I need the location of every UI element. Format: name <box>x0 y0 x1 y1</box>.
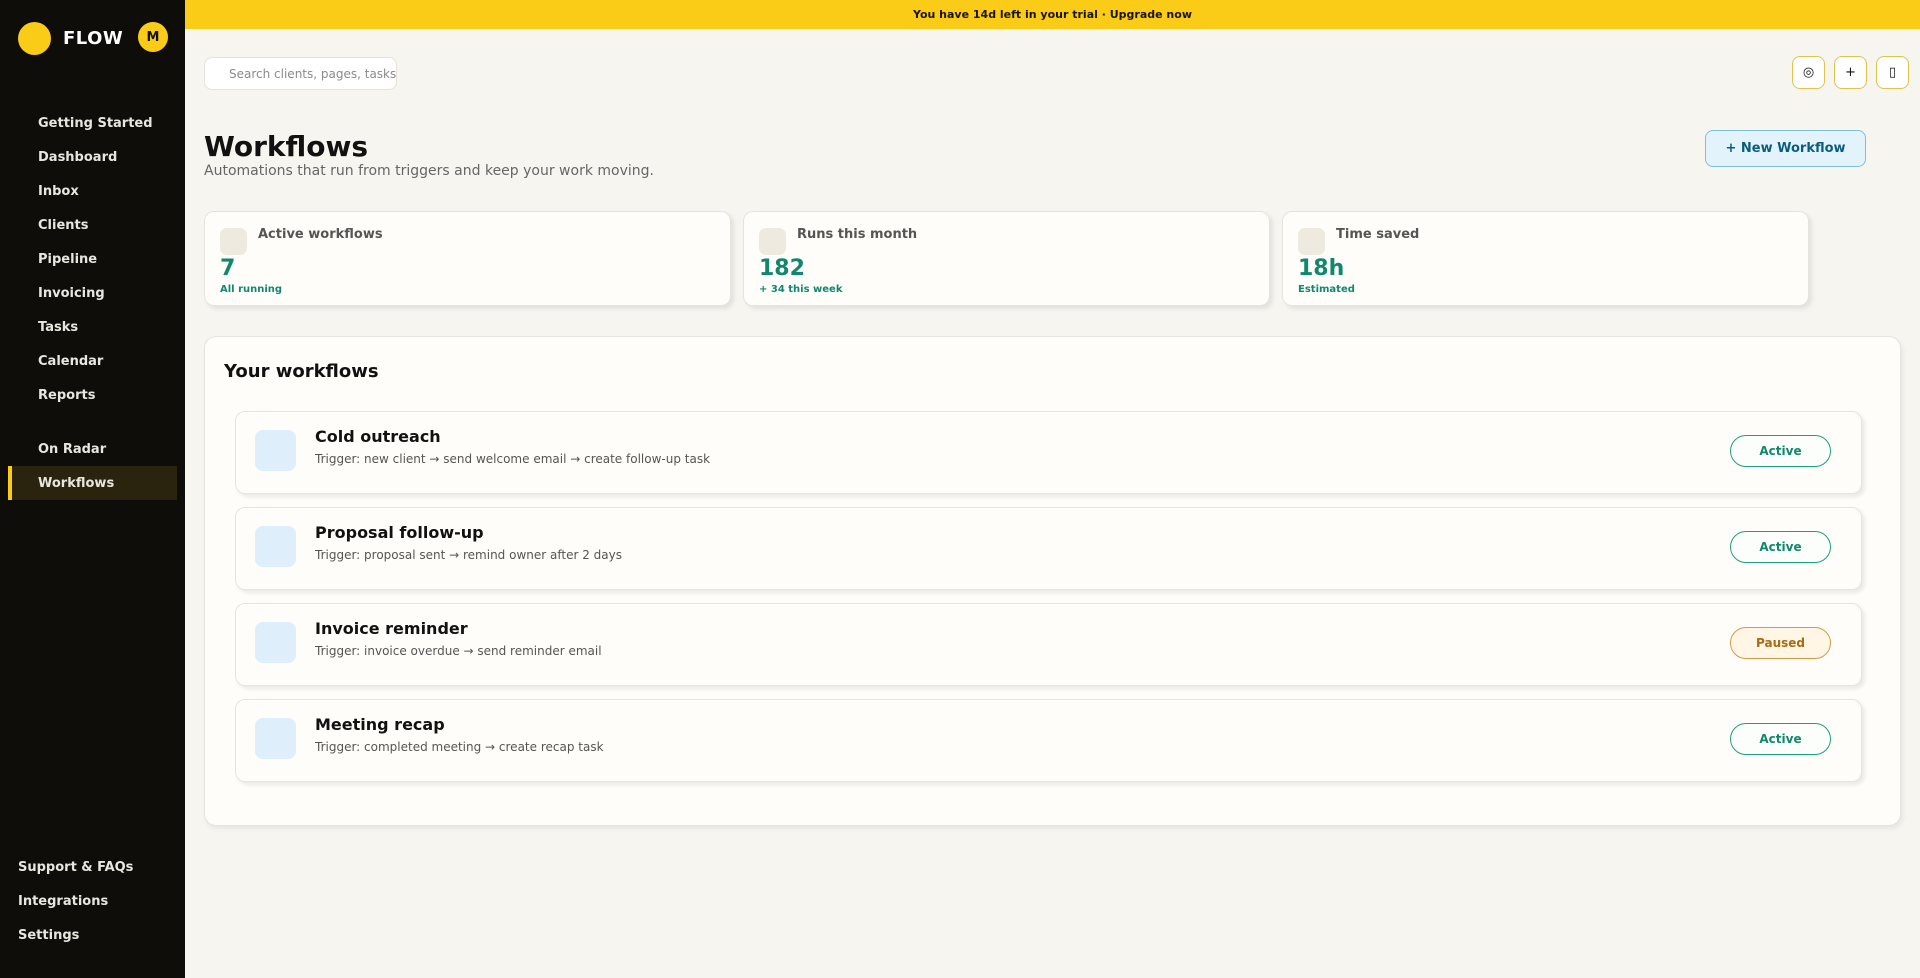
new-workflow-button[interactable]: + New Workflow <box>1705 130 1866 167</box>
stat-label: Runs this month <box>797 227 918 242</box>
stat-card-runs-this-month: Runs this month 182 + 34 this week <box>743 211 1270 306</box>
workflow-icon <box>255 430 296 471</box>
trial-banner[interactable]: You have 14d left in your trial · Upgrad… <box>185 0 1920 29</box>
plus-icon[interactable]: + <box>1834 56 1867 89</box>
sidebar-item-inbox[interactable]: Inbox <box>0 174 185 208</box>
search-input[interactable] <box>229 66 396 81</box>
stat-value: 182 <box>759 256 805 281</box>
sidebar: FLOW M Getting Started Dashboard Inbox C… <box>0 0 185 978</box>
page-subtitle: Automations that run from triggers and k… <box>204 163 654 179</box>
avatar[interactable]: M <box>138 22 168 52</box>
stat-note: + 34 this week <box>759 284 843 295</box>
brand[interactable]: FLOW <box>18 21 123 55</box>
logo-icon <box>18 21 51 55</box>
workflow-name: Cold outreach <box>315 427 441 446</box>
workflow-trigger: Trigger: new client → send welcome email… <box>315 452 711 466</box>
sidebar-footer-nav: Support & FAQs Integrations Settings <box>0 850 185 952</box>
sidebar-item-getting-started[interactable]: Getting Started <box>0 106 185 140</box>
stat-label: Time saved <box>1336 227 1420 242</box>
status-badge[interactable]: Active <box>1730 531 1831 563</box>
status-badge[interactable]: Active <box>1730 435 1831 467</box>
search-box[interactable] <box>204 57 397 90</box>
status-badge[interactable]: Active <box>1730 723 1831 755</box>
target-icon[interactable]: ◎ <box>1792 56 1825 89</box>
sidebar-item-settings[interactable]: Settings <box>0 918 185 952</box>
workflow-name: Invoice reminder <box>315 619 468 638</box>
sidebar-item-pipeline[interactable]: Pipeline <box>0 242 185 276</box>
sidebar-item-workflows[interactable]: Workflows <box>8 466 177 500</box>
sidebar-item-reports[interactable]: Reports <box>0 378 185 412</box>
stat-value: 18h <box>1298 256 1345 281</box>
sidebar-item-invoicing[interactable]: Invoicing <box>0 276 185 310</box>
sidebar-item-integrations[interactable]: Integrations <box>0 884 185 918</box>
stat-label: Active workflows <box>258 227 383 242</box>
workflow-icon <box>255 718 296 759</box>
stat-card-time-saved: Time saved 18h Estimated <box>1282 211 1809 306</box>
sidebar-item-dashboard[interactable]: Dashboard <box>0 140 185 174</box>
page-title: Workflows <box>204 130 369 163</box>
sidebar-nav: Getting Started Dashboard Inbox Clients … <box>0 106 185 500</box>
nav-divider <box>0 412 185 432</box>
sidebar-item-tasks[interactable]: Tasks <box>0 310 185 344</box>
sidebar-item-calendar[interactable]: Calendar <box>0 344 185 378</box>
workflow-trigger: Trigger: invoice overdue → send reminder… <box>315 644 602 658</box>
sidebar-item-clients[interactable]: Clients <box>0 208 185 242</box>
stat-value: 7 <box>220 256 236 281</box>
sidebar-item-on-radar[interactable]: On Radar <box>0 432 185 466</box>
device-icon[interactable]: ▯ <box>1876 56 1909 89</box>
workflow-name: Meeting recap <box>315 715 445 734</box>
panel-title: Your workflows <box>224 361 379 382</box>
runs-icon <box>759 228 786 255</box>
stat-card-active-workflows: Active workflows 7 All running <box>204 211 731 306</box>
status-badge[interactable]: Paused <box>1730 627 1831 659</box>
brand-name: FLOW <box>63 27 124 49</box>
workflow-icon <box>220 228 247 255</box>
workflow-row-invoice-reminder[interactable]: Invoice reminder Trigger: invoice overdu… <box>235 603 1862 686</box>
workflow-row-meeting-recap[interactable]: Meeting recap Trigger: completed meeting… <box>235 699 1862 782</box>
stat-note: All running <box>220 284 283 295</box>
workflow-icon <box>255 526 296 567</box>
sidebar-item-support[interactable]: Support & FAQs <box>0 850 185 884</box>
workflows-panel: Your workflows Cold outreach Trigger: ne… <box>204 336 1901 826</box>
workflow-trigger: Trigger: completed meeting → create reca… <box>315 740 604 754</box>
stat-note: Estimated <box>1298 284 1355 295</box>
workflow-row-proposal-follow-up[interactable]: Proposal follow-up Trigger: proposal sen… <box>235 507 1862 590</box>
workflow-row-cold-outreach[interactable]: Cold outreach Trigger: new client → send… <box>235 411 1862 494</box>
workflow-trigger: Trigger: proposal sent → remind owner af… <box>315 548 622 562</box>
workflow-name: Proposal follow-up <box>315 523 484 542</box>
clock-icon <box>1298 228 1325 255</box>
workflow-icon <box>255 622 296 663</box>
